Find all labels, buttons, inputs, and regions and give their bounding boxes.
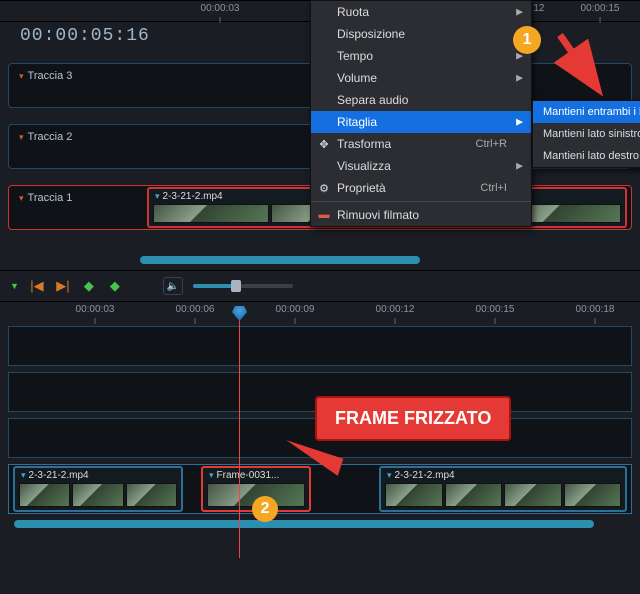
submenu-arrow-icon: ▶: [516, 161, 523, 172]
clip-title: Frame-0031...: [209, 470, 279, 481]
submenu-mantieni-sinistro[interactable]: Mantieni lato sinistro: [533, 123, 640, 145]
timeline-top-panel: 00:00:03 00:00:12 00:00:15 00:00:05:16 T…: [0, 0, 640, 270]
track-label: Traccia 3: [19, 70, 72, 82]
context-menu: Ruota▶ Disposizione▶ Tempo▶ Volume▶ Sepa…: [310, 0, 532, 227]
annotation-arrow-icon: [550, 30, 620, 100]
submenu-arrow-icon: ▶: [516, 7, 523, 18]
ctx-ruota[interactable]: Ruota▶: [311, 1, 531, 23]
ctx-visualizza[interactable]: Visualizza▶: [311, 155, 531, 177]
submenu-arrow-icon: ▶: [516, 117, 523, 128]
annotation-badge-2: 2: [252, 496, 278, 522]
clip-title: 2-3-21-2.mp4: [155, 191, 223, 202]
ctx-separa-audio[interactable]: Separa audio: [311, 89, 531, 111]
track-row-video[interactable]: 2-3-21-2.mp4 Frame-0031... 2-3-21-2.mp4: [8, 464, 632, 514]
ruler-tick: 00:00:15: [476, 304, 515, 315]
ctx-trasforma[interactable]: ✥ Trasforma Ctrl+R: [311, 133, 531, 155]
toolbar-bottom: ▼ |◀ ▶| ◆ ◆ 🔈: [0, 270, 640, 302]
next-frame-button[interactable]: ▶|: [55, 278, 71, 294]
clip-c[interactable]: 2-3-21-2.mp4: [379, 466, 627, 512]
ruler-tick: 00:00:06: [176, 304, 215, 315]
ruler-tick: 00:00:18: [576, 304, 615, 315]
transform-icon: ✥: [317, 137, 331, 151]
context-submenu-ritaglia: Mantieni entrambi i lati Mantieni lato s…: [532, 100, 640, 168]
zoom-slider[interactable]: [193, 284, 293, 288]
ruler-tick: 00:00:09: [276, 304, 315, 315]
clip-a[interactable]: 2-3-21-2.mp4: [13, 466, 183, 512]
timeline-bottom-panel: ▼ |◀ ▶| ◆ ◆ 🔈 00:00:03 00:00:06 00:00:09…: [0, 270, 640, 528]
ctx-volume[interactable]: Volume▶: [311, 67, 531, 89]
ctx-rimuovi-filmato[interactable]: ▬ Rimuovi filmato: [311, 204, 531, 226]
ruler-tick: 00:00:03: [201, 3, 240, 14]
submenu-mantieni-entrambi[interactable]: Mantieni entrambi i lati: [533, 101, 640, 123]
scrollbar-horizontal[interactable]: [140, 256, 420, 264]
ctx-tempo[interactable]: Tempo▶: [311, 45, 531, 67]
playhead-timecode: 00:00:05:16: [20, 26, 150, 46]
ruler-tick: 00:00:03: [76, 304, 115, 315]
ruler-tick: 00:00:12: [376, 304, 415, 315]
shortcut-label: Ctrl+I: [480, 182, 507, 194]
clip-title: 2-3-21-2.mp4: [21, 470, 89, 481]
submenu-arrow-icon: ▶: [516, 73, 523, 84]
track-label: Traccia 2: [19, 131, 72, 143]
marker-in-icon[interactable]: ◆: [81, 278, 97, 294]
playhead[interactable]: [239, 308, 240, 558]
annotation-callout: FRAME FRIZZATO: [315, 396, 511, 441]
clip-thumbnail-strip: [19, 483, 177, 507]
gear-icon: ⚙: [317, 181, 331, 195]
shortcut-label: Ctrl+R: [476, 138, 507, 150]
marker-out-icon[interactable]: ◆: [107, 278, 123, 294]
track-row-empty-a[interactable]: [8, 326, 632, 366]
submenu-mantieni-destro[interactable]: Mantieni lato destro: [533, 145, 640, 167]
clip-thumbnail-strip: [385, 483, 621, 507]
menu-separator: [311, 201, 531, 202]
ctx-ritaglia[interactable]: Ritaglia▶: [311, 111, 531, 133]
ruler-tick: 00:00:15: [581, 3, 620, 14]
timeline-ruler-bottom[interactable]: 00:00:03 00:00:06 00:00:09 00:00:12 00:0…: [0, 302, 640, 326]
prev-frame-button[interactable]: |◀: [29, 278, 45, 294]
clip-title: 2-3-21-2.mp4: [387, 470, 455, 481]
volume-icon[interactable]: 🔈: [163, 277, 183, 295]
play-icon[interactable]: ▼: [10, 281, 19, 291]
ctx-proprieta[interactable]: ⚙ Proprietà Ctrl+I: [311, 177, 531, 199]
annotation-badge-1: 1: [513, 26, 541, 54]
scrollbar-horizontal-bottom[interactable]: [14, 520, 594, 528]
minus-icon: ▬: [317, 208, 331, 222]
ctx-disposizione[interactable]: Disposizione▶: [311, 23, 531, 45]
track-label: Traccia 1: [19, 192, 72, 204]
